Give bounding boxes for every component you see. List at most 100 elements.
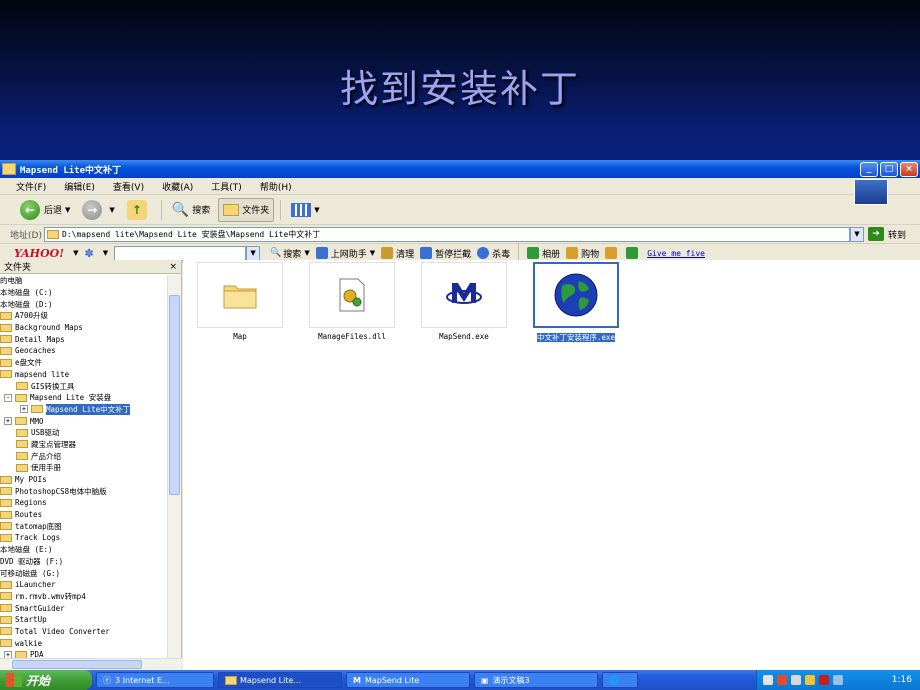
minimize-button[interactable]: _ [860,161,878,177]
tree-node[interactable]: + MMO [0,415,166,427]
tray-volume-icon[interactable] [833,675,843,685]
go-button[interactable]: ➔ 转到 [868,227,920,241]
folders-pane-title: 文件夹 [4,263,32,273]
tree-node[interactable]: Routes [0,509,166,521]
tree-node[interactable]: 本地磁盘 (E:) [0,544,166,556]
file-item-managefiles[interactable]: ManageFiles.dll [307,262,397,341]
yahoo-clean-button[interactable]: 清理 [381,247,414,260]
menu-edit[interactable]: 编辑(E) [64,180,95,193]
address-dropdown-button[interactable]: ▼ [850,226,864,242]
folder-up-icon: ↑ [126,199,147,220]
tree-node[interactable]: + Mapsend Lite中文补丁 [0,403,166,416]
back-button[interactable]: ← 后退 ▼ [16,198,74,222]
tree-node[interactable]: A700升级 [0,310,166,322]
tray-app-icon[interactable] [763,675,773,685]
tree-node-label: Routes [15,510,43,520]
yahoo-block-button[interactable]: 暂停拦截 [420,247,471,260]
collapse-icon[interactable]: - [4,393,12,402]
menu-help[interactable]: 帮助(H) [260,180,292,193]
close-button[interactable]: × [900,161,918,177]
tree-node[interactable]: mapsend lite [0,369,166,381]
system-tray: 1:16 [756,670,920,690]
tree-node[interactable]: 的电脑 [0,275,166,287]
tree-node[interactable]: Geocaches [0,345,166,357]
address-input[interactable]: D:\mapsend lite\Mapsend Lite 安装盘\Mapsend… [44,226,850,242]
tree-node[interactable]: 本地磁盘 (D:) [0,298,166,310]
tree-node[interactable]: tatomap底图 [0,520,166,532]
tray-qq-icon[interactable] [777,675,787,685]
tree-node[interactable]: 藏宝点管理器 [0,439,166,451]
menu-file[interactable]: 文件(F) [16,180,46,193]
tree-node[interactable]: iLauncher [0,579,166,591]
globe-icon [554,273,598,317]
tray-security-icon[interactable] [805,675,815,685]
up-button[interactable]: ↑ [123,198,155,222]
taskbar-item-explorer[interactable]: Mapsend Lite... [218,672,342,688]
chevron-down-icon[interactable]: ▼ [103,249,108,257]
taskbar-item-presentation[interactable]: ▣ 演示文稿3 [474,672,598,688]
tree-node[interactable]: StartUp [0,614,166,626]
give-me-five-link[interactable]: Give me five [647,249,705,258]
expand-icon[interactable]: + [4,417,12,426]
expand-icon[interactable]: + [4,650,12,658]
maximize-button[interactable]: □ [880,161,898,177]
folder-tree-vertical-scrollbar[interactable] [167,275,181,658]
tree-node[interactable]: 本地磁盘 (C:) [0,287,166,299]
tree-node[interactable]: 可移动磁盘 (G:) [0,567,166,579]
menu-view[interactable]: 查看(V) [113,180,144,193]
tree-node[interactable]: e盘文件 [0,357,166,369]
yahoo-search-label: 搜索 [283,249,302,260]
menu-tools[interactable]: 工具(T) [211,180,242,193]
chevron-down-icon[interactable]: ▼ [73,249,78,257]
messenger-icon[interactable] [626,247,639,259]
file-item-map[interactable]: Map [195,262,285,341]
window-titlebar[interactable]: Mapsend Lite中文补丁 _ □ × [0,160,920,178]
tree-node[interactable]: SmartGuider [0,602,166,614]
search-button[interactable]: 🔍 搜索 [168,198,214,222]
folders-button[interactable]: 文件夹 [218,197,275,222]
yahoo-shopping-button[interactable]: 购物 [566,247,599,260]
views-button[interactable]: ▼ [287,198,323,222]
yahoo-logo[interactable]: YAHOO! [14,247,64,260]
yahoo-search-button[interactable]: 🔍 搜索 ▼ [270,247,310,260]
tree-node[interactable]: Detail Maps [0,333,166,345]
taskbar-item-ie[interactable]: ⓔ 3 Internet E... [96,672,214,688]
tree-node[interactable]: Total Video Converter [0,626,166,638]
taskbar-item-installer[interactable]: 🌐 [602,672,638,688]
file-item-mapsend[interactable]: MapSend.exe [419,262,509,341]
tree-node[interactable]: Track Logs [0,532,166,544]
yahoo-search-input[interactable] [114,245,247,261]
menu-favorites[interactable]: 收藏(A) [162,180,193,193]
yahoo-assistant-button[interactable]: 上网助手 ▼ [315,247,375,260]
scrollbar-thumb[interactable] [169,295,180,495]
tray-network-icon[interactable] [791,675,801,685]
tree-node[interactable]: Regions [0,497,166,509]
yahoo-antivirus-button[interactable]: 杀毒 [477,247,510,260]
tree-node[interactable]: DVD 驱动器 (F:) [0,556,166,568]
tree-node[interactable]: PhotoshopCS8电体中脑版 [0,485,166,497]
tree-node[interactable]: GIS转换工具 [0,380,166,392]
tree-node[interactable]: rm.rmvb.wmv转mp4 [0,591,166,603]
file-name: ManageFiles.dll [318,332,386,341]
tree-node[interactable]: - Mapsend Lite 安装盘 [0,392,166,404]
tree-node[interactable]: USB驱动 [0,427,166,439]
yahoo-search-dropdown[interactable]: ▼ [246,245,261,261]
settings-gear-icon[interactable]: ✽ [84,247,93,260]
yahoo-photos-button[interactable]: 相册 [527,247,560,260]
tree-node[interactable]: walkie [0,637,166,649]
tree-node[interactable]: My POIs [0,474,166,486]
mail-icon[interactable] [605,247,618,259]
tree-node[interactable]: 产品介绍 [0,450,166,462]
close-pane-icon[interactable]: × [169,262,177,272]
expand-icon[interactable]: + [20,405,28,414]
scrollbar-thumb[interactable] [12,660,142,669]
taskbar-item-mapsend[interactable]: M MapSend Lite [346,672,470,688]
folder-tree-horizontal-scrollbar[interactable] [0,658,182,670]
tray-antivirus-icon[interactable] [819,675,829,685]
tree-node[interactable]: 使用手册 [0,462,166,474]
start-button[interactable]: 开始 [0,670,92,690]
tree-node[interactable]: Background Maps [0,322,166,334]
tree-node[interactable]: + PDA [0,649,166,658]
file-item-installer[interactable]: 中文补丁安装程序.exe [531,262,621,343]
forward-button[interactable]: → ▼ [78,198,118,222]
